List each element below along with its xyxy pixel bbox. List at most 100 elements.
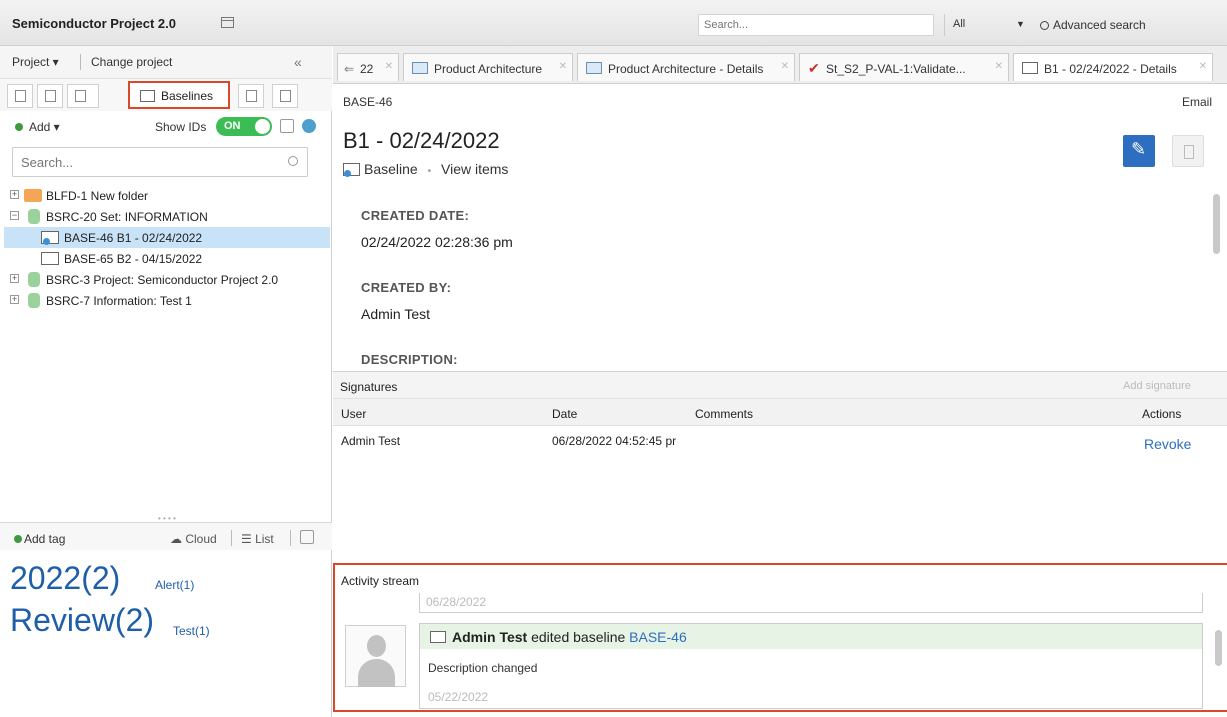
tab-product-architecture[interactable]: Product Architecture ✕ <box>403 53 573 81</box>
list-icon: ☰ <box>241 532 256 546</box>
globe-icon[interactable] <box>302 119 316 133</box>
activity-stream-title: Activity stream <box>341 574 420 588</box>
plus-circle-icon <box>14 535 22 543</box>
item-id: BASE-46 <box>343 95 393 109</box>
activity-user[interactable]: Admin Test <box>452 629 527 645</box>
edit-button[interactable] <box>1123 135 1155 167</box>
tab-filter[interactable] <box>37 84 63 108</box>
divider <box>290 530 291 546</box>
expand-icon[interactable]: + <box>10 190 19 199</box>
document-tabs: ⇐ 22 ✕ Product Architecture ✕ Product Ar… <box>333 46 1227 84</box>
add-button[interactable]: Add ▾ <box>15 120 60 134</box>
tree-node[interactable]: + BSRC-3 Project: Semiconductor Project … <box>0 269 326 290</box>
global-search-input[interactable] <box>698 14 934 36</box>
tab-baselines[interactable]: Baselines <box>128 81 230 109</box>
search-icon[interactable] <box>288 156 298 166</box>
add-signature-button[interactable]: Add signature <box>1123 380 1191 392</box>
list-label: List <box>255 532 274 546</box>
tab-reviews[interactable] <box>238 84 264 108</box>
chevron-down-icon[interactable]: ▼ <box>1016 14 1025 29</box>
collapse-panel-icon[interactable]: « <box>294 54 302 70</box>
column-header-comments[interactable]: Comments <box>695 407 753 421</box>
tab-validation[interactable]: ✔ St_S2_P-VAL-1:Validate... ✕ <box>799 53 1009 81</box>
close-icon[interactable]: ✕ <box>1199 61 1207 72</box>
tree-node-selected[interactable]: BASE-46 B1 - 02/24/2022 <box>4 227 330 248</box>
tree-node[interactable]: BASE-65 B2 - 04/15/2022 <box>4 248 330 269</box>
tab-previous[interactable]: ⇐ 22 ✕ <box>337 53 399 81</box>
column-header-user[interactable]: User <box>341 407 366 421</box>
tag-cloud-item[interactable]: Test(1) <box>173 624 210 638</box>
activity-description: Description changed <box>428 661 538 675</box>
expand-icon[interactable]: + <box>10 295 19 304</box>
expand-icon[interactable]: + <box>10 274 19 283</box>
baseline-icon <box>1022 62 1038 74</box>
scrollbar[interactable] <box>1215 630 1222 666</box>
tree-node[interactable]: + BSRC-7 Information: Test 1 <box>0 290 326 311</box>
page-title: B1 - 02/24/2022 <box>343 128 500 153</box>
tree-search-input[interactable] <box>12 147 308 177</box>
cloud-label: Cloud <box>185 532 217 546</box>
show-ids-label: Show IDs <box>155 120 207 134</box>
project-menu[interactable]: Project ▾ <box>12 55 59 69</box>
activity-summary: Admin Test edited baseline BASE-46 <box>452 629 687 645</box>
activity-previous-entry: 06/28/2022 <box>419 593 1203 613</box>
baseline-icon <box>140 90 155 102</box>
database-icon <box>28 209 40 224</box>
view-items-link[interactable]: View items <box>441 161 508 177</box>
signatures-panel: Signatures Add signature User Date Comme… <box>333 371 1227 563</box>
baseline-icon <box>41 231 59 245</box>
close-icon[interactable]: ✕ <box>559 61 567 72</box>
tab-tree[interactable] <box>7 84 33 108</box>
tree-node-label: BASE-65 B2 - 04/15/2022 <box>64 252 203 266</box>
list-view-button[interactable]: ☰ List <box>241 532 274 546</box>
clipboard-icon <box>246 90 257 102</box>
tab-baseline-details[interactable]: B1 - 02/24/2022 - Details ✕ <box>1013 53 1213 81</box>
column-header-actions[interactable]: Actions <box>1142 407 1181 421</box>
close-icon[interactable]: ✕ <box>995 61 1003 72</box>
created-date-value: 02/24/2022 02:28:36 pm <box>361 234 513 250</box>
divider <box>231 530 232 546</box>
refresh-icon[interactable] <box>300 530 314 544</box>
baseline-icon <box>430 631 446 643</box>
signature-user: Admin Test <box>341 434 401 448</box>
signatures-header: Signatures Add signature <box>333 372 1227 399</box>
close-icon[interactable]: ✕ <box>385 61 393 72</box>
revoke-link[interactable]: Revoke <box>1144 436 1191 452</box>
tab-label: 22 <box>360 62 374 76</box>
column-header-date[interactable]: Date <box>552 407 577 421</box>
collapse-icon[interactable]: − <box>10 211 19 220</box>
app-title: Semiconductor Project 2.0 <box>12 16 176 31</box>
show-ids-toggle[interactable]: ON <box>216 117 272 136</box>
tab-label: Product Architecture - Details <box>608 62 764 76</box>
tree-node-label: BSRC-3 Project: Semiconductor Project 2.… <box>46 273 279 287</box>
avatar <box>345 625 406 687</box>
window-icon[interactable] <box>221 17 234 28</box>
plus-circle-icon <box>15 123 23 131</box>
close-icon[interactable]: ✕ <box>781 61 789 72</box>
signatures-title: Signatures <box>340 380 398 394</box>
cloud-view-button[interactable]: ☁ Cloud <box>170 532 217 546</box>
tab-tags[interactable] <box>272 84 298 108</box>
refresh-icon[interactable] <box>280 119 294 133</box>
tab-grid[interactable] <box>67 84 99 108</box>
tree-node[interactable]: − BSRC-20 Set: INFORMATION <box>0 206 326 227</box>
scrollbar[interactable] <box>1213 194 1220 254</box>
tag-cloud-item[interactable]: 2022(2) <box>10 560 120 597</box>
project-bar: Project ▾ Change project « <box>0 46 332 79</box>
email-link[interactable]: Email <box>1182 95 1212 109</box>
tab-label: St_S2_P-VAL-1:Validate... <box>826 62 966 76</box>
tree-node-label: BLFD-1 New folder <box>46 189 149 203</box>
activity-target-link[interactable]: BASE-46 <box>629 629 687 645</box>
change-project-link[interactable]: Change project <box>91 55 172 69</box>
tab-product-architecture-details[interactable]: Product Architecture - Details ✕ <box>577 53 795 81</box>
document-icon <box>412 62 428 74</box>
advanced-search-link[interactable]: Advanced search <box>1040 18 1146 32</box>
tag-cloud-item[interactable]: Review(2) <box>10 602 154 639</box>
tree-node[interactable]: + BLFD-1 New folder <box>0 185 326 206</box>
baseline-details: BASE-46 Email B1 - 02/24/2022 Baseline •… <box>333 84 1227 371</box>
tag-cloud-item[interactable]: Alert(1) <box>155 578 194 592</box>
item-type-label: Baseline <box>364 161 418 177</box>
tree-action-bar: Add ▾ Show IDs ON <box>0 112 332 142</box>
delete-button[interactable] <box>1172 135 1204 167</box>
add-tag-button[interactable]: Add tag <box>14 532 65 546</box>
